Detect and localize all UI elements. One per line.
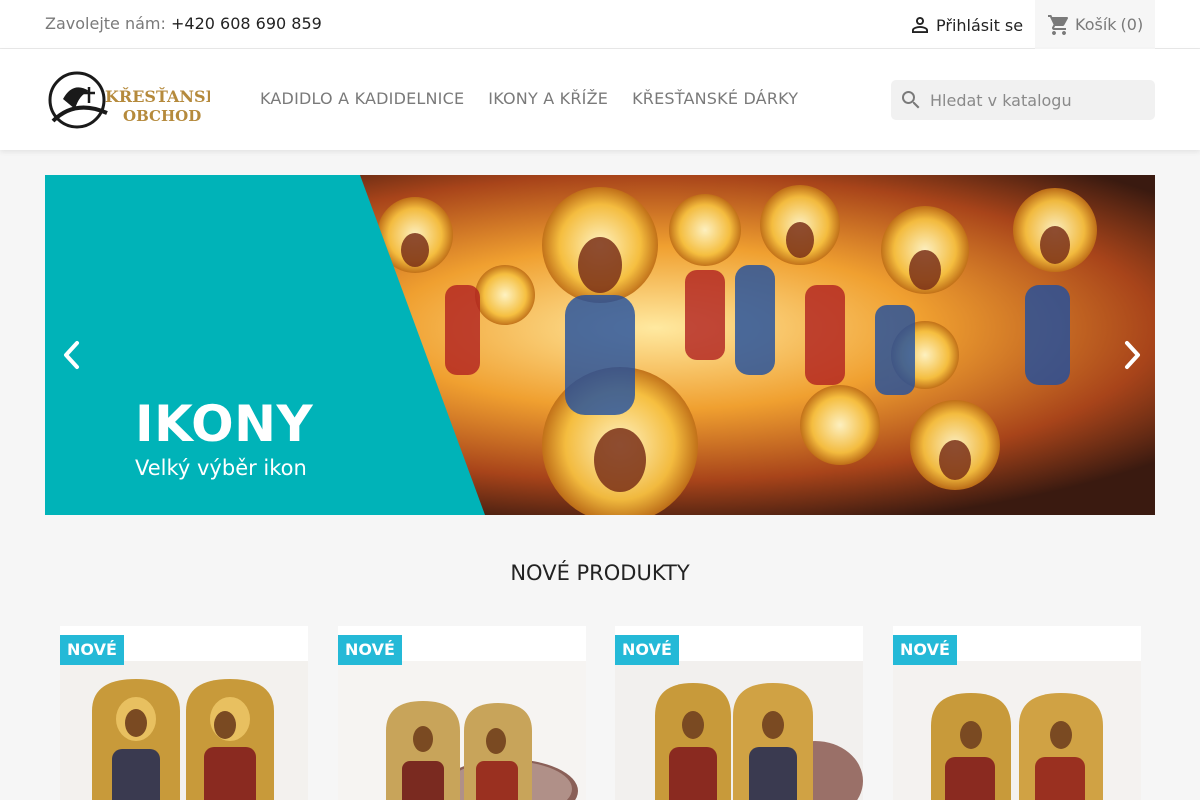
search-box [891, 80, 1155, 120]
cart-count: (0) [1120, 15, 1144, 34]
chevron-left-icon[interactable] [57, 337, 87, 373]
phone-number[interactable]: +420 608 690 859 [171, 14, 322, 33]
chevron-right-icon[interactable] [1117, 337, 1147, 373]
new-badge: NOVÉ [60, 635, 124, 665]
product-card[interactable]: NOVÉ [60, 626, 308, 800]
product-card[interactable]: NOVÉ [893, 626, 1141, 800]
site-logo[interactable]: KŘESŤANSKÝ OBCHOD [45, 69, 210, 131]
nav-item-kadidlo[interactable]: KADIDLO A KADIDELNICE [260, 89, 464, 108]
nav-item-darky[interactable]: KŘESŤANSKÉ DÁRKY [632, 89, 798, 108]
hero-slider[interactable]: IKONY Velký výběr ikon [45, 175, 1155, 515]
product-card[interactable]: NOVÉ [615, 626, 863, 800]
cart-button[interactable]: Košík (0) [1035, 0, 1155, 49]
logo-text-line2: OBCHOD [123, 107, 201, 125]
new-badge: NOVÉ [615, 635, 679, 665]
logo-text-line1: KŘESŤANSKÝ [105, 86, 210, 106]
signin-link[interactable]: Přihlásit se [908, 12, 1023, 38]
new-badge: NOVÉ [338, 635, 402, 665]
product-image [338, 661, 586, 800]
cart-label: Košík [1075, 15, 1117, 34]
new-products-title: NOVÉ PRODUKTY [510, 561, 690, 585]
cart-icon [1048, 14, 1069, 35]
main-nav: KADIDLO A KADIDELNICE IKONY A KŘÍŽE KŘES… [260, 89, 798, 108]
contact-info: Zavolejte nám: +420 608 690 859 [45, 14, 322, 33]
search-icon[interactable] [899, 88, 923, 112]
product-image [615, 661, 863, 800]
product-image [893, 661, 1141, 800]
signin-label: Přihlásit se [936, 15, 1024, 35]
person-icon [912, 17, 928, 33]
product-card[interactable]: NOVÉ [338, 626, 586, 800]
search-input[interactable] [930, 90, 1140, 110]
contact-label: Zavolejte nám: [45, 14, 166, 33]
new-badge: NOVÉ [893, 635, 957, 665]
banner-title: IKONY [135, 395, 314, 453]
product-image [60, 661, 308, 800]
top-bar: Zavolejte nám: +420 608 690 859 Přihlási… [0, 0, 1200, 49]
banner-subtitle: Velký výběr ikon [135, 456, 307, 480]
nav-item-ikony[interactable]: IKONY A KŘÍŽE [488, 89, 608, 108]
main-header: KŘESŤANSKÝ OBCHOD KADIDLO A KADIDELNICE … [0, 49, 1200, 150]
